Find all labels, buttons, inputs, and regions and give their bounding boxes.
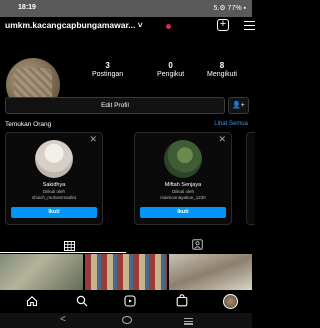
stat-followers[interactable]: 0 Pengikut	[157, 61, 184, 79]
stat-following[interactable]: 8 Mengikuti	[207, 61, 237, 79]
status-bar: 18:19 5.⚙ 77% ▪	[0, 0, 252, 17]
see-all-link[interactable]: Lihat Semua	[214, 121, 248, 127]
post-thumbnail[interactable]	[85, 254, 167, 290]
close-icon[interactable]: ✕	[89, 134, 97, 145]
edit-profile-button[interactable]: Edit Profil	[5, 97, 225, 114]
stat-posts-label: Postingan	[92, 71, 124, 78]
status-right: 5.⚙ 77% ▪	[213, 5, 247, 12]
suggestion-card-partial[interactable]	[246, 132, 255, 225]
followed-by-user: maimoonayakoe_1230	[160, 195, 206, 200]
shop-icon[interactable]	[176, 294, 188, 307]
create-icon[interactable]: +	[217, 19, 229, 31]
suggestion-card: ✕ Miftah Senjaya Diikuti oleh maimoonaya…	[134, 132, 232, 225]
discover-title: Temukan Orang	[5, 121, 52, 128]
followed-by-caption: Diikuti oleh	[42, 189, 65, 194]
suggestion-card: ✕ Sakidhya Diikuti oleh shoich_muhammad5…	[5, 132, 103, 225]
system-nav-bar: <	[0, 313, 252, 328]
suggestion-name: Miftah Senjaya	[164, 182, 202, 188]
close-icon[interactable]: ✕	[218, 134, 226, 145]
discover-people-button[interactable]: 👤+	[228, 97, 249, 114]
stat-followers-value: 0	[168, 61, 173, 70]
suggestion-avatar[interactable]	[164, 140, 202, 178]
bottom-nav	[0, 291, 252, 313]
profile-avatar[interactable]	[223, 294, 238, 309]
post-thumbnail[interactable]	[169, 254, 252, 290]
reels-icon[interactable]	[124, 295, 136, 307]
followed-by-user: shoich_muhammad54	[31, 195, 77, 200]
suggestion-followed-by: Diikuti oleh shoich_muhammad54	[6, 189, 102, 201]
stat-following-label: Mengikuti	[207, 71, 237, 78]
tab-active-indicator	[0, 252, 126, 253]
stat-followers-label: Pengikut	[157, 71, 185, 78]
recents-icon[interactable]	[184, 318, 193, 325]
stat-following-value: 8	[219, 61, 225, 70]
add-user-icon: 👤+	[232, 102, 245, 109]
suggestion-avatar[interactable]	[35, 140, 73, 178]
stat-posts[interactable]: 3 Postingan	[92, 61, 123, 79]
tagged-icon	[192, 239, 203, 250]
followed-by-caption: Diikuti oleh	[171, 189, 194, 194]
suggestion-name: Sakidhya	[42, 182, 66, 188]
notification-dot	[166, 24, 171, 29]
follow-button[interactable]: Ikuti	[140, 207, 226, 218]
menu-icon[interactable]	[244, 21, 255, 33]
follow-button[interactable]: Ikuti	[11, 207, 97, 218]
suggestion-followed-by: Diikuti oleh maimoonayakoe_1230	[135, 189, 231, 201]
profile-username[interactable]: umkm.kacangcapbungamawar... ˅	[5, 20, 143, 30]
stat-posts-value: 3	[105, 61, 110, 70]
home-button-icon[interactable]	[122, 316, 132, 324]
back-icon[interactable]: <	[60, 314, 66, 325]
search-icon[interactable]	[76, 295, 88, 307]
home-icon[interactable]	[26, 295, 38, 307]
post-thumbnail[interactable]	[0, 254, 83, 290]
tab-tagged[interactable]	[192, 237, 203, 255]
grid-icon	[64, 241, 75, 251]
status-time: 18:19	[18, 4, 36, 11]
